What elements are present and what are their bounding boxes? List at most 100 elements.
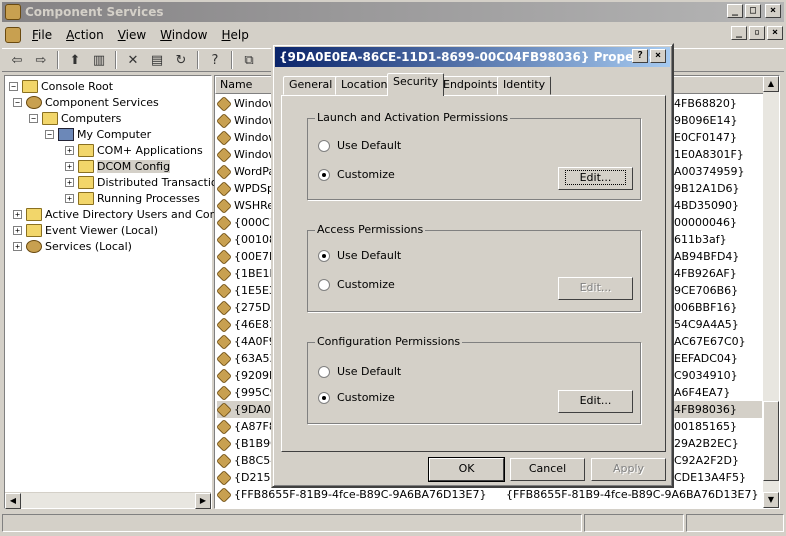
ok-button[interactable]: OK [428, 457, 505, 482]
radio-circle-selected[interactable] [318, 168, 330, 181]
collapse-icon[interactable]: − [45, 129, 54, 139]
tree-horizontal-scrollbar[interactable]: ◀ ▶ [5, 492, 211, 509]
radio-circle[interactable] [318, 278, 330, 291]
menu-window[interactable]: Window [153, 28, 214, 42]
access-edit-button[interactable]: Edit... [558, 277, 633, 300]
tree-node[interactable]: + COM+ Applications [65, 142, 203, 158]
scroll-thumb[interactable] [763, 401, 779, 481]
menu-view[interactable]: View [111, 28, 153, 42]
menu-action[interactable]: Action [59, 28, 111, 42]
tree-node[interactable]: − Console Root [9, 78, 113, 94]
list-item[interactable]: WSHRe [216, 197, 274, 214]
radio-circle-selected[interactable] [318, 391, 330, 404]
tree-node[interactable]: + Event Viewer (Local) [13, 222, 158, 238]
scroll-left-button[interactable]: ◀ [5, 493, 21, 509]
launch-customize-radio[interactable]: Customize [318, 168, 395, 181]
list-item[interactable]: {00108 [216, 231, 276, 248]
tree-node[interactable]: − My Computer [45, 126, 151, 142]
properties-icon[interactable]: ▤ [146, 50, 168, 70]
mdi-gear-icon[interactable] [5, 27, 21, 43]
radio-circle[interactable] [318, 365, 330, 378]
launch-use-default-radio[interactable]: Use Default [318, 139, 401, 152]
radio-circle[interactable] [318, 139, 330, 152]
config-edit-button[interactable]: Edit... [558, 390, 633, 413]
tab-identity[interactable]: Identity [497, 76, 552, 95]
list-item[interactable]: WordPa [216, 163, 275, 180]
close-button[interactable]: × [765, 4, 781, 18]
access-customize-radio[interactable]: Customize [318, 278, 395, 291]
list-item[interactable]: WPDSp [216, 180, 274, 197]
refresh-icon[interactable]: ↻ [170, 50, 192, 70]
menu-file[interactable]: File [25, 28, 59, 42]
dialog-close-button[interactable]: × [650, 49, 666, 63]
list-item[interactable]: {D2157 [216, 469, 277, 486]
cancel-button[interactable]: Cancel [510, 458, 585, 481]
tree-node[interactable]: − Computers [29, 110, 121, 126]
new-window-icon[interactable]: ⧉ [238, 50, 260, 70]
tab-endpoints[interactable]: Endpoints [437, 76, 504, 95]
mdi-restore-button[interactable]: ▫ [749, 26, 765, 40]
tree-node[interactable]: + Active Directory Users and Comp [13, 206, 227, 222]
expand-icon[interactable]: + [13, 225, 22, 235]
expand-icon[interactable]: + [13, 241, 22, 251]
list-item[interactable]: {4A0F9 [216, 333, 276, 350]
list-item[interactable]: {A87F8 [216, 418, 276, 435]
list-item[interactable]: {63A53 [216, 350, 277, 367]
list-item[interactable]: {1BE1F [216, 265, 276, 282]
list-vertical-scrollbar[interactable]: ▲ ▼ [763, 76, 779, 508]
tree-node[interactable]: + Services (Local) [13, 238, 132, 254]
tab-location[interactable]: Location [335, 76, 394, 95]
list-item[interactable]: Window [216, 95, 277, 112]
mdi-minimize-button[interactable]: _ [731, 26, 747, 40]
scroll-up-button[interactable]: ▲ [763, 76, 779, 92]
list-item[interactable]: Window [216, 146, 277, 163]
tab-general[interactable]: General [283, 76, 339, 95]
expand-icon[interactable]: + [65, 177, 74, 187]
expand-icon[interactable]: + [13, 209, 22, 219]
dialog-help-button[interactable]: ? [632, 49, 648, 63]
help-icon[interactable]: ? [204, 50, 226, 70]
up-folder-icon[interactable]: ⬆ [64, 50, 86, 70]
app-gear-icon[interactable] [5, 4, 21, 20]
radio-circle-selected[interactable] [318, 249, 330, 262]
list-item[interactable]: {995C9 [216, 384, 277, 401]
list-item[interactable]: {275D9 [216, 299, 277, 316]
scroll-down-button[interactable]: ▼ [763, 492, 779, 508]
list-item[interactable]: Window [216, 112, 277, 129]
list-item[interactable]: {000C1 [216, 214, 277, 231]
collapse-icon[interactable]: − [9, 81, 18, 91]
config-customize-radio[interactable]: Customize [318, 391, 395, 404]
list-item[interactable]: {9209B [216, 367, 277, 384]
scroll-right-button[interactable]: ▶ [195, 493, 211, 509]
expand-icon[interactable]: + [65, 161, 74, 171]
mdi-close-button[interactable]: × [767, 26, 783, 40]
minimize-button[interactable]: _ [727, 4, 743, 18]
list-item[interactable]: {1E5E3 [216, 282, 276, 299]
list-item[interactable]: {FFB8655F-81B9-4fce-B89C-9A6BA76D13E7} [216, 486, 486, 503]
expand-icon[interactable]: + [65, 193, 74, 203]
config-use-default-radio[interactable]: Use Default [318, 365, 401, 378]
access-use-default-radio[interactable]: Use Default [318, 249, 401, 262]
tree-pane[interactable]: − Console Root − Component Services − Compute… [4, 75, 227, 509]
menu-help[interactable]: Help [215, 28, 256, 42]
list-item[interactable]: {B1B9C [216, 435, 278, 452]
list-item[interactable]: {46E81 [216, 316, 276, 333]
list-item[interactable]: Window [216, 129, 277, 146]
tree-node[interactable]: + DCOM Config [65, 158, 171, 174]
collapse-icon[interactable]: − [13, 97, 22, 107]
dialog-title-bar[interactable]: {9DA0E0EA-86CE-11D1-8699-00C04FB98036} P… [275, 47, 670, 67]
delete-icon[interactable]: ✕ [122, 50, 144, 70]
tree-node[interactable]: + Distributed Transactio [65, 174, 218, 190]
list-item[interactable]: {00E7B [216, 248, 277, 265]
show-tree-icon[interactable]: ▥ [88, 50, 110, 70]
tree-node[interactable]: + Running Processes [65, 190, 200, 206]
back-icon[interactable]: ⇦ [6, 50, 28, 70]
title-bar[interactable]: Component Services _ □ × [2, 2, 784, 22]
tree-node[interactable]: − Component Services [13, 94, 159, 110]
collapse-icon[interactable]: − [29, 113, 38, 123]
list-item[interactable]: {B8C54 [216, 452, 277, 469]
tab-security[interactable]: Security [387, 73, 445, 96]
forward-icon[interactable]: ⇨ [30, 50, 52, 70]
launch-edit-button[interactable]: Edit... [558, 167, 633, 190]
maximize-button[interactable]: □ [745, 4, 761, 18]
